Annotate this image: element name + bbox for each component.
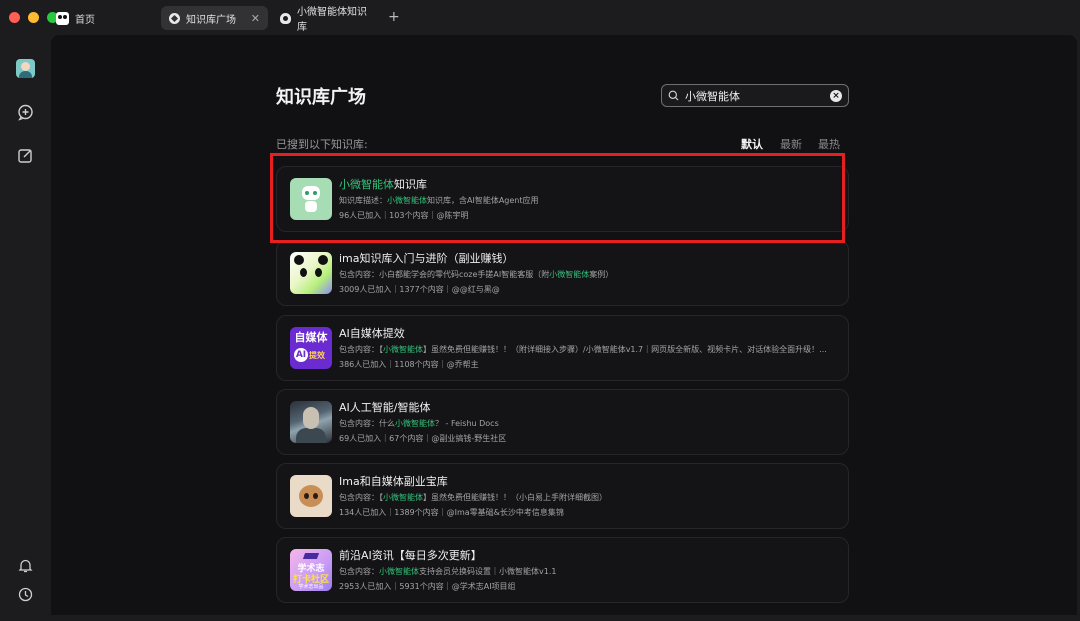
main-panel: 知识库广场 小微智能体 × 已搜到以下知识库: 默认 最新 最热 小微智能体知识… bbox=[51, 35, 1077, 615]
search-icon bbox=[668, 90, 679, 101]
card-title: AI人工智能/智能体 bbox=[339, 401, 431, 414]
sort-default[interactable]: 默认 bbox=[741, 136, 763, 152]
knowledge-card[interactable]: AI人工智能/智能体 包含内容：什么小微智能体？ - Feishu Docs 6… bbox=[276, 389, 849, 455]
card-thumbnail bbox=[290, 401, 332, 443]
card-meta: 386人已加入｜1108个内容｜@乔帮主 bbox=[339, 360, 479, 369]
tab-close-button[interactable]: ✕ bbox=[251, 12, 260, 25]
clear-search-button[interactable]: × bbox=[830, 89, 842, 102]
close-window-button[interactable] bbox=[9, 12, 20, 23]
sidebar bbox=[0, 35, 51, 621]
new-tab-button[interactable]: + bbox=[388, 9, 400, 25]
knowledge-card[interactable]: ima知识库入门与进阶（副业赚钱） 包含内容：小白都能学会的零代码coze手搓A… bbox=[276, 240, 849, 306]
card-title: AI自媒体提效 bbox=[339, 327, 405, 340]
panda-logo-icon bbox=[56, 11, 69, 25]
card-title: 小微智能体知识库 bbox=[339, 178, 427, 191]
card-description: 包含内容：【小微智能体】虽然免费但能赚钱！！（小白易上手附详细截图） bbox=[339, 493, 607, 502]
sidebar-notifications[interactable] bbox=[17, 557, 34, 574]
card-title: Ima和自媒体副业宝库 bbox=[339, 475, 448, 488]
tab-knowledge-square[interactable]: 知识库广场 ✕ bbox=[161, 6, 268, 30]
card-description: 包含内容：【小微智能体】虽然免费但能赚钱！！（附详细接入步骤）/小微智能体v1.… bbox=[339, 345, 827, 354]
card-meta: 96人已加入｜103个内容｜@陈宇明 bbox=[339, 211, 469, 220]
card-meta: 2953人已加入｜5931个内容｜@学术志AI项目组 bbox=[339, 582, 516, 591]
sort-hottest[interactable]: 最热 bbox=[818, 136, 840, 152]
sidebar-history[interactable] bbox=[17, 586, 34, 603]
edit-icon bbox=[18, 149, 32, 163]
card-title: ima知识库入门与进阶（副业赚钱） bbox=[339, 252, 514, 265]
tab-home[interactable]: 首页 bbox=[56, 9, 95, 27]
card-meta: 69人已加入｜67个内容｜@副业搞钱-野生社区 bbox=[339, 434, 507, 443]
tab-home-label: 首页 bbox=[75, 14, 95, 26]
sidebar-new-chat[interactable] bbox=[17, 104, 34, 121]
card-thumbnail: 自媒体 AI 提效 bbox=[290, 327, 332, 369]
chat-plus-icon bbox=[18, 104, 33, 121]
clock-icon bbox=[18, 587, 33, 602]
search-input[interactable]: 小微智能体 × bbox=[661, 84, 849, 107]
card-meta: 3009人已加入｜1377个内容｜@@红与黑@ bbox=[339, 285, 500, 294]
card-thumbnail bbox=[290, 252, 332, 294]
minimize-window-button[interactable] bbox=[28, 12, 39, 23]
graduation-cap-icon bbox=[302, 553, 320, 559]
sort-newest[interactable]: 最新 bbox=[780, 136, 802, 152]
card-thumbnail bbox=[290, 475, 332, 517]
card-meta: 134人已加入｜1389个内容｜@Ima零基础&长沙中考信息集锦 bbox=[339, 508, 564, 517]
tab-xiaowei-knowledge-base[interactable]: 小微智能体知识库 bbox=[272, 6, 382, 33]
bulb-icon bbox=[280, 12, 291, 24]
card-title: 前沿AI资讯【每日多次更新】 bbox=[339, 549, 482, 562]
knowledge-card[interactable]: Ima和自媒体副业宝库 包含内容：【小微智能体】虽然免费但能赚钱！！（小白易上手… bbox=[276, 463, 849, 529]
robot-icon bbox=[302, 186, 320, 200]
knowledge-card[interactable]: 自媒体 AI 提效 AI自媒体提效 包含内容：【小微智能体】虽然免费但能赚钱！！… bbox=[276, 315, 849, 381]
window-controls bbox=[9, 12, 58, 23]
avatar[interactable] bbox=[16, 59, 35, 78]
card-thumbnail bbox=[290, 178, 332, 220]
card-description: 知识库描述：小微智能体知识库，含AI智能体Agent应用 bbox=[339, 196, 539, 205]
search-value: 小微智能体 bbox=[685, 89, 740, 103]
bell-icon bbox=[18, 559, 33, 573]
card-description: 包含内容：小微智能体支持会员兑换码设置｜小微智能体v1.1 bbox=[339, 567, 557, 576]
tab-knowledge-square-label: 知识库广场 bbox=[186, 14, 236, 26]
card-description: 包含内容：小白都能学会的零代码coze手搓AI智能客服（附小微智能体案例） bbox=[339, 270, 614, 279]
card-thumbnail: 学术志 打卡社区 学术志出品 bbox=[290, 549, 332, 591]
sidebar-edit[interactable] bbox=[17, 147, 34, 164]
page-title: 知识库广场 bbox=[276, 87, 366, 108]
compass-icon bbox=[169, 12, 180, 24]
knowledge-card[interactable]: 学术志 打卡社区 学术志出品 前沿AI资讯【每日多次更新】 包含内容：小微智能体… bbox=[276, 537, 849, 603]
cat-icon bbox=[299, 485, 323, 507]
card-description: 包含内容：什么小微智能体？ - Feishu Docs bbox=[339, 419, 499, 428]
knowledge-card[interactable]: 小微智能体知识库 知识库描述：小微智能体知识库，含AI智能体Agent应用 96… bbox=[276, 166, 849, 232]
tab-xiaowei-label: 小微智能体知识库 bbox=[297, 7, 367, 33]
result-label: 已搜到以下知识库: bbox=[276, 138, 368, 151]
